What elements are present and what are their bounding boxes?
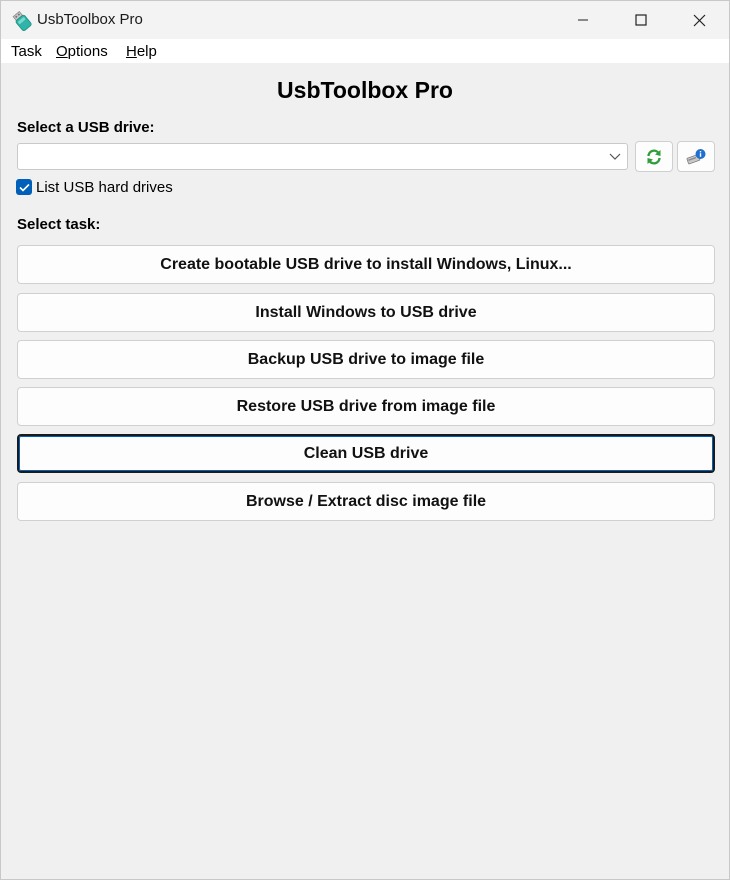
clean-usb-drive-button[interactable]: Clean USB drive [17, 434, 715, 473]
window-title: UsbToolbox Pro [37, 11, 143, 28]
list-hard-drives-checkbox[interactable] [16, 179, 32, 195]
usb-drive-dropdown[interactable] [17, 143, 628, 170]
drive-info-button[interactable] [677, 141, 715, 172]
menu-options-rest: ptions [67, 43, 108, 60]
menu-bar: Task Options Help [1, 39, 729, 63]
menu-help-mnemonic: H [126, 43, 137, 60]
list-hard-drives-option[interactable]: List USB hard drives [16, 178, 173, 196]
install-windows-to-usb-button[interactable]: Install Windows to USB drive [17, 293, 715, 332]
minimize-icon [578, 19, 588, 21]
close-button[interactable] [670, 1, 728, 39]
chevron-down-icon [609, 153, 621, 160]
menu-options-mnemonic: O [56, 43, 68, 60]
refresh-icon [647, 148, 661, 165]
app-window: UsbToolbox Pro Task Options Help UsbTool… [0, 0, 730, 880]
drive-select-label: Select a USB drive: [17, 119, 155, 136]
title-bar[interactable]: UsbToolbox Pro [1, 1, 729, 39]
page-title: UsbToolbox Pro [277, 77, 453, 103]
task-select-label: Select task: [17, 216, 101, 233]
close-icon [693, 14, 705, 26]
maximize-button[interactable] [612, 1, 670, 39]
menu-options[interactable]: Options [56, 43, 108, 60]
backup-usb-to-image-button[interactable]: Backup USB drive to image file [17, 340, 715, 379]
usb-drive-icon [11, 10, 33, 32]
create-bootable-usb-button[interactable]: Create bootable USB drive to install Win… [17, 245, 715, 284]
checkmark-icon [18, 183, 30, 192]
restore-usb-from-image-button[interactable]: Restore USB drive from image file [17, 387, 715, 426]
maximize-icon [635, 14, 647, 26]
refresh-drives-button[interactable] [635, 141, 673, 172]
menu-help[interactable]: Help [126, 43, 157, 60]
list-hard-drives-label: List USB hard drives [36, 178, 173, 196]
menu-help-rest: elp [136, 43, 157, 60]
menu-task[interactable]: Task [11, 43, 42, 60]
browse-extract-image-button[interactable]: Browse / Extract disc image file [17, 482, 715, 521]
drive-info-icon [686, 148, 706, 164]
minimize-button[interactable] [554, 1, 612, 39]
